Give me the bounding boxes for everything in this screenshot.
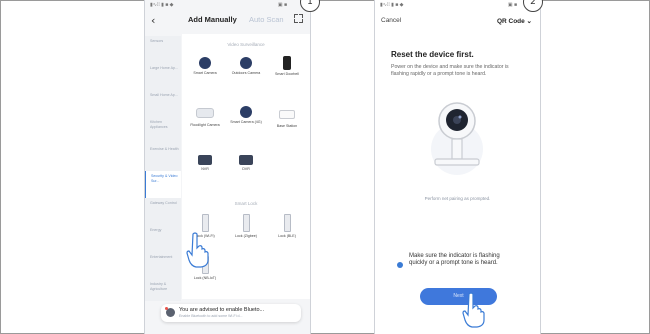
bluetooth-warning-icon: [165, 307, 175, 317]
camera-icon: [240, 57, 252, 69]
phone-reset-device: ▮∿⁞⁞ ▮ ■ ◆ ▣ ■ Cancel QR Code ⌄ Reset th…: [374, 0, 541, 334]
sidebar-item-energy[interactable]: Energy: [145, 225, 181, 252]
tab-auto-scan[interactable]: Auto Scan: [249, 15, 284, 24]
device-lock-zigbee[interactable]: Lock (Zigbee): [229, 214, 263, 239]
device-nvr[interactable]: NVR: [188, 155, 222, 172]
camera-icon: [199, 57, 211, 69]
status-bar: ▮∿⁞⁞ ▮ ■ ◆ ▣ ■: [150, 2, 305, 10]
floodlight-icon: [196, 108, 214, 118]
confirm-radio[interactable]: [397, 262, 403, 268]
bluetooth-hint-bar[interactable]: You are advised to enable Blueto... Enab…: [161, 304, 301, 322]
camera-illustration-icon: [431, 102, 483, 175]
sidebar-item-small-home[interactable]: Small Home Ap...: [145, 90, 181, 117]
camera-icon: [240, 106, 252, 118]
device-outdoors-camera[interactable]: Outdoors Camera: [229, 57, 263, 76]
status-icons-left: ▮∿⁞⁞ ▮ ■ ◆: [380, 2, 404, 8]
sidebar-item-entertainment[interactable]: Entertainment: [145, 252, 181, 279]
scan-icon[interactable]: [294, 14, 303, 23]
status-icons-right: ▣ ■: [277, 2, 287, 8]
sidebar-item-industry[interactable]: Industry & Agriculture: [145, 279, 181, 306]
sidebar-item-kitchen[interactable]: Kitchen Appliances: [145, 117, 181, 144]
device-base-station[interactable]: Base Station: [270, 110, 304, 129]
header: Cancel QR Code ⌄: [375, 14, 540, 30]
sidebar-item-large-home[interactable]: Large Home Ap...: [145, 63, 181, 90]
device-smart-doorbell[interactable]: Smart Doorbell: [270, 56, 304, 77]
section-title-lock: Smart Lock: [234, 201, 258, 206]
device-dvr[interactable]: DVR: [229, 155, 263, 172]
instruction-text: Power on the device and make sure the in…: [391, 64, 509, 77]
device-floodlight-camera[interactable]: Floodlight Camera: [188, 108, 222, 128]
status-icons-right: ▣ ■: [507, 2, 517, 8]
back-chevron-icon[interactable]: ‹: [151, 14, 155, 27]
doorbell-icon: [283, 56, 291, 70]
sidebar-item-security[interactable]: Security & Video Sur...: [145, 171, 181, 198]
qr-code-dropdown[interactable]: QR Code ⌄: [497, 17, 532, 25]
device-smart-camera[interactable]: Smart Camera: [188, 57, 222, 76]
section-title-video: Video Surveillance: [227, 42, 265, 47]
header: ‹ Add Manually Auto Scan: [145, 12, 310, 30]
tab-add-manually[interactable]: Add Manually: [188, 15, 237, 24]
pointing-hand-icon: [186, 232, 209, 268]
image-frame: [0, 0, 650, 334]
nvr-icon: [198, 155, 212, 165]
sidebar-item-sensors[interactable]: Sensors: [145, 36, 181, 63]
category-sidebar: Sensors Large Home Ap... Small Home Ap..…: [145, 36, 181, 301]
sidebar-item-gateway[interactable]: Gateway Control: [145, 198, 181, 225]
device-smart-camera-4g[interactable]: Smart Camera (4G): [229, 106, 263, 125]
phone-add-manually: ▮∿⁞⁞ ▮ ■ ◆ ▣ ■ ‹ Add Manually Auto Scan …: [144, 0, 311, 334]
lock-icon: [242, 214, 250, 232]
base-station-icon: [279, 110, 295, 119]
status-icons-left: ▮∿⁞⁞ ▮ ■ ◆: [150, 2, 174, 8]
page-title: Reset the device first.: [391, 50, 474, 59]
cancel-button[interactable]: Cancel: [381, 17, 401, 24]
net-pairing-link[interactable]: Perform net pairing as prompted.: [375, 196, 540, 201]
lock-icon: [283, 214, 291, 232]
dvr-icon: [239, 155, 253, 165]
device-lock-ble[interactable]: Lock (BLE): [270, 214, 304, 239]
status-bar: ▮∿⁞⁞ ▮ ■ ◆ ▣ ■: [380, 2, 535, 10]
sidebar-item-exercise[interactable]: Exercise & Health: [145, 144, 181, 171]
pointing-hand-icon: [462, 292, 485, 328]
lock-icon: [201, 214, 209, 232]
